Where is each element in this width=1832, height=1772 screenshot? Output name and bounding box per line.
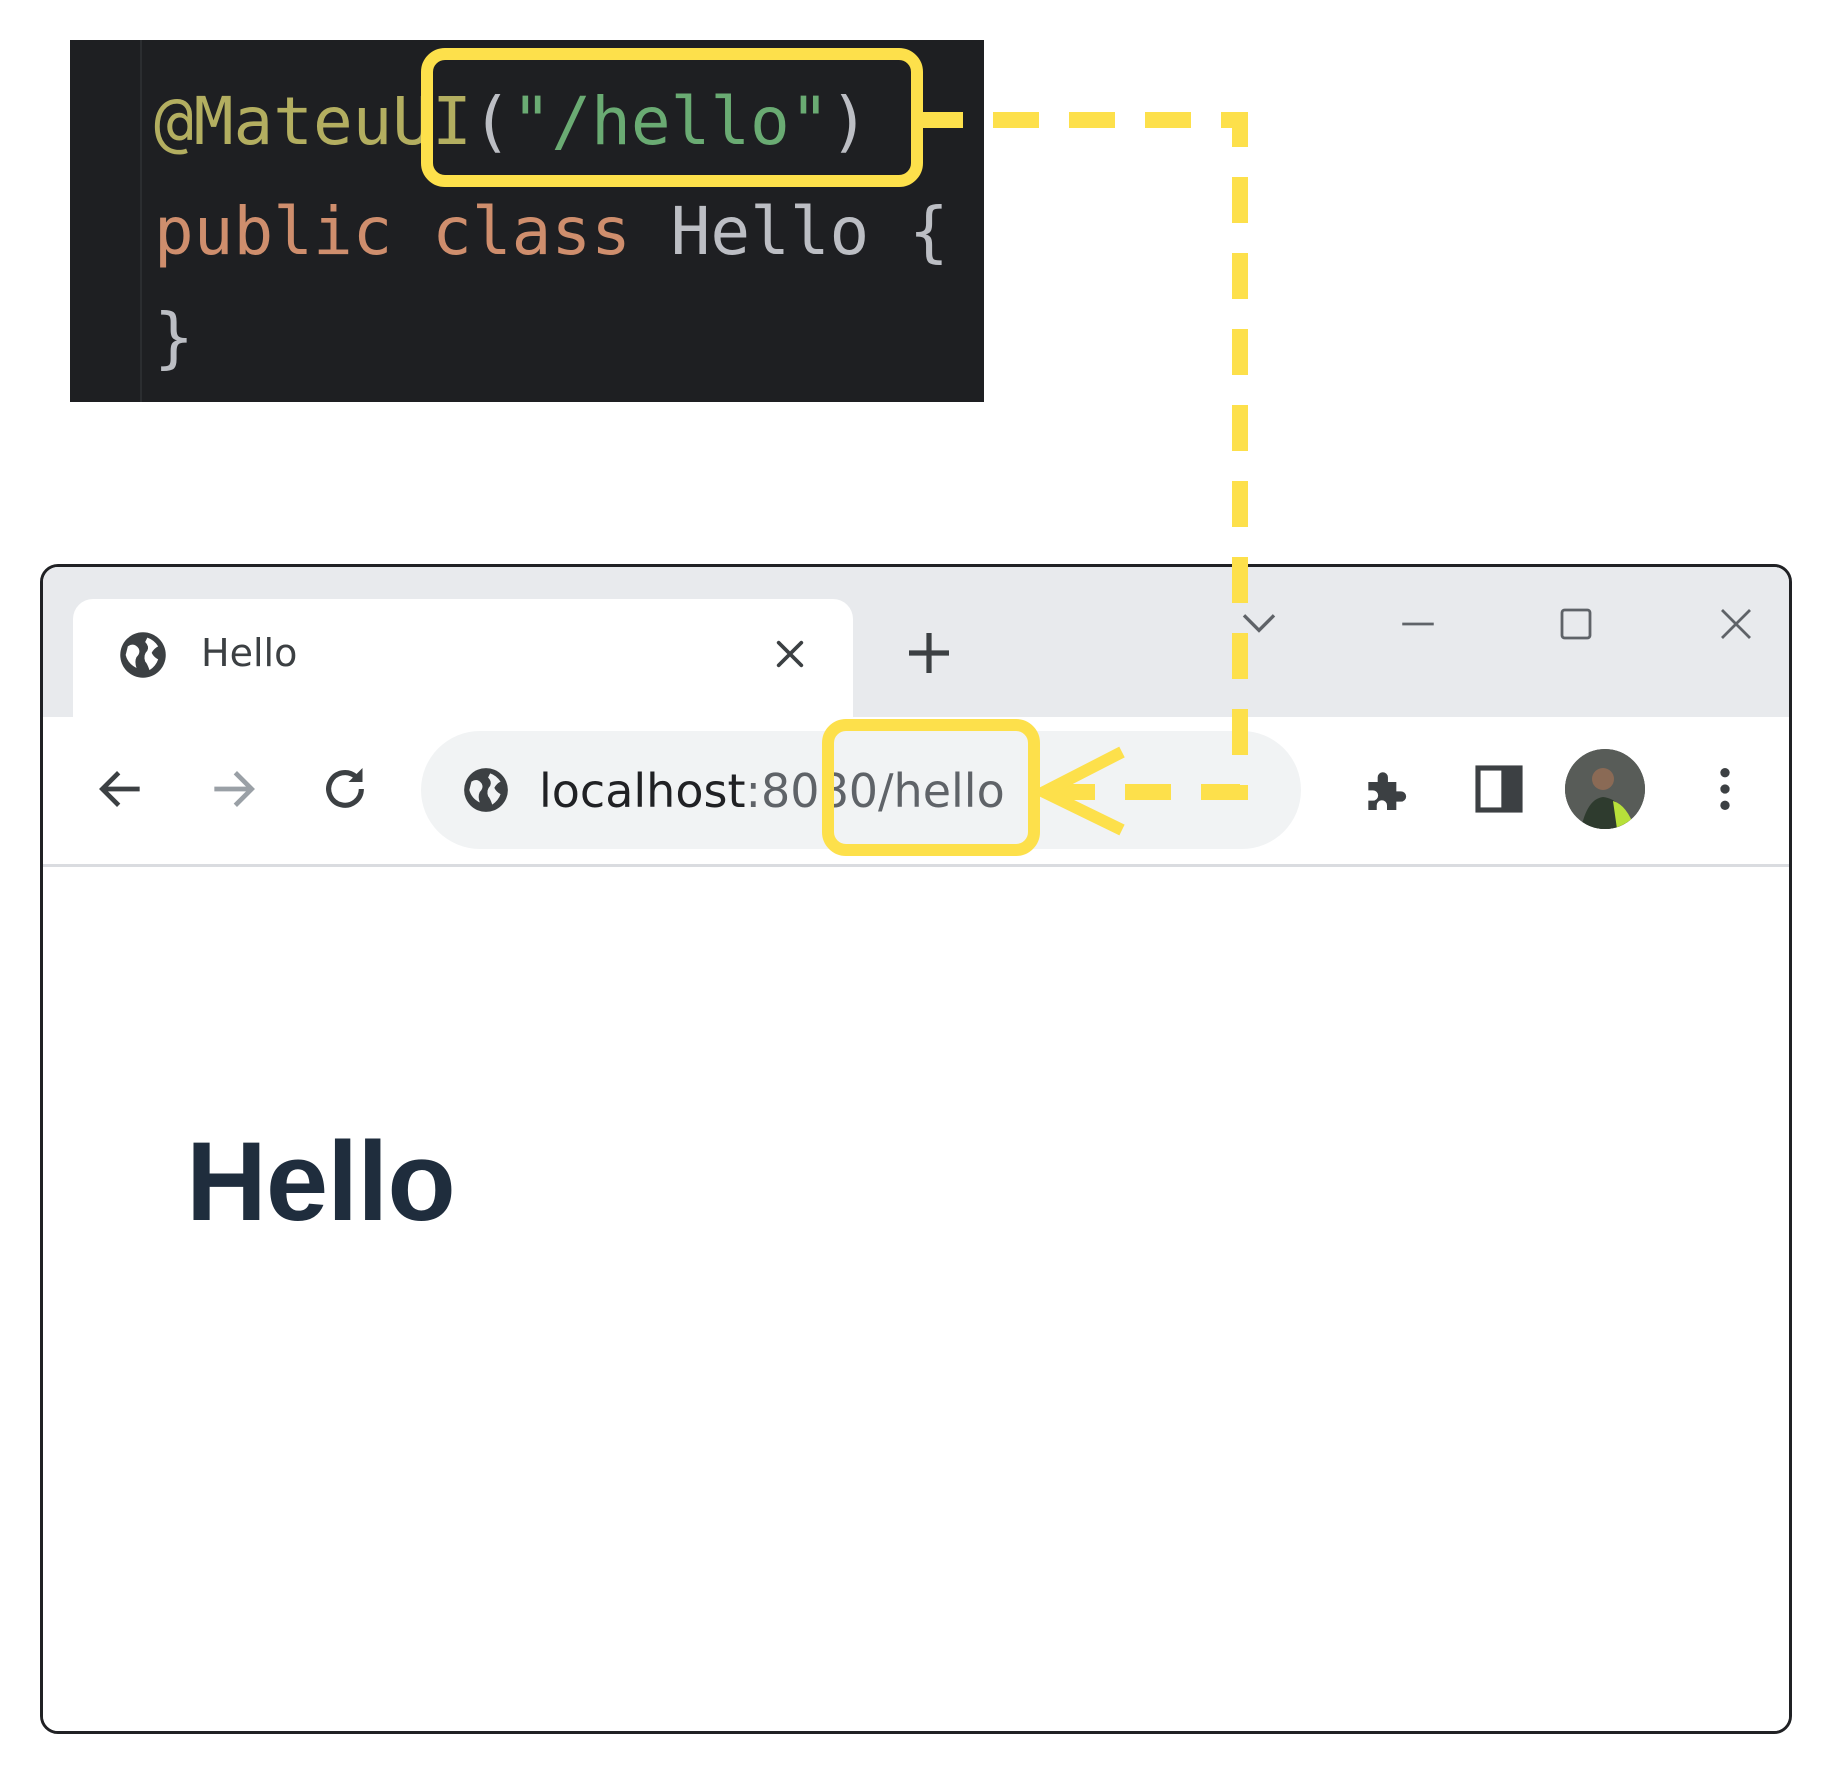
avatar[interactable] <box>1565 749 1645 829</box>
tab-title: Hello <box>201 631 298 675</box>
close-icon[interactable] <box>1715 603 1757 645</box>
browser-toolbar: localhost:8080/hello <box>43 717 1789 867</box>
side-panel-icon[interactable] <box>1471 761 1527 817</box>
annotation-token: @MateuUI <box>154 83 472 160</box>
brace-close-token: } <box>154 299 194 376</box>
class-name-token: Hello <box>670 193 870 270</box>
address-bar[interactable]: localhost:8080/hello <box>421 731 1301 849</box>
plus-icon[interactable] <box>905 629 953 677</box>
close-icon[interactable] <box>773 637 807 671</box>
reload-icon[interactable] <box>317 761 373 817</box>
paren-close-token: ) <box>829 83 870 160</box>
globe-icon <box>464 768 508 812</box>
minimize-icon[interactable] <box>1397 603 1439 645</box>
class-keyword-token: class <box>432 193 631 270</box>
avatar-photo <box>1565 749 1645 829</box>
brace-open-token: { <box>909 193 949 270</box>
code-editor-snippet: @MateuUI("/hello") public class Hello { … <box>70 40 984 402</box>
code-line-brace-close: } <box>154 298 194 378</box>
forward-arrow-icon[interactable] <box>205 761 261 817</box>
url-port-path: :8080/hello <box>745 764 1005 818</box>
globe-icon <box>120 632 166 678</box>
code-line-annotation: @MateuUI("/hello") <box>154 82 869 162</box>
maximize-icon[interactable] <box>1555 603 1597 645</box>
path-string-token: "/hello" <box>511 83 830 160</box>
back-arrow-icon[interactable] <box>93 761 149 817</box>
address-url: localhost:8080/hello <box>539 764 1005 818</box>
paren-open-token: ( <box>471 83 512 160</box>
page-title: Hello <box>186 1119 456 1244</box>
code-line-class-declaration: public class Hello { <box>154 192 949 272</box>
editor-gutter-divider <box>140 40 142 402</box>
page-content: Hello <box>43 867 1789 1731</box>
public-keyword-token: public <box>154 193 393 270</box>
browser-window: Hello localhost:8080/hello Hello <box>40 564 1792 1734</box>
tab-strip: Hello <box>43 567 1789 717</box>
url-host: localhost <box>539 764 746 818</box>
puzzle-extensions-icon[interactable] <box>1359 761 1415 817</box>
chevron-down-icon[interactable] <box>1239 607 1279 637</box>
more-vertical-icon[interactable] <box>1697 761 1753 817</box>
tab-hello[interactable]: Hello <box>73 599 853 717</box>
